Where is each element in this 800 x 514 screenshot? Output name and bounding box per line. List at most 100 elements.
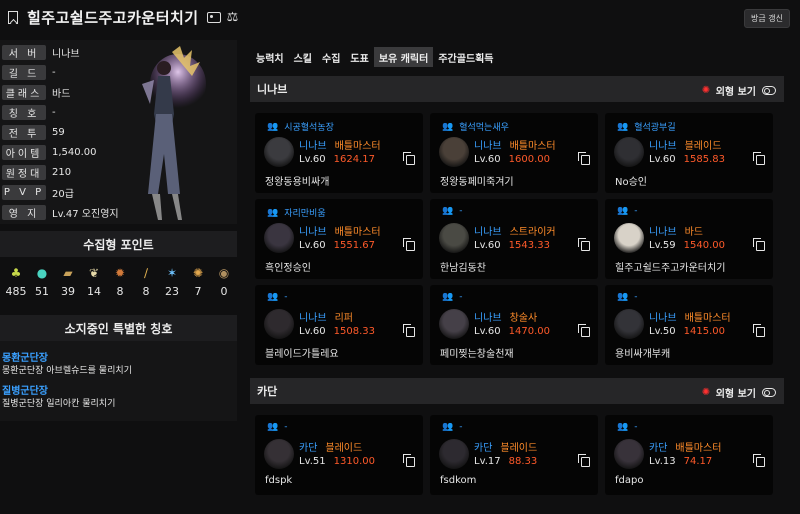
character-class: 배틀마스터 xyxy=(334,141,381,152)
character-class: 배틀마스터 xyxy=(509,141,556,152)
guild-row: 👥 - xyxy=(617,422,637,432)
character-name: 힐주고쉴드주고카운터치기 xyxy=(615,263,726,274)
appearance-toggle[interactable]: ✺ 외형 보기 xyxy=(702,83,776,98)
character-name: 블레이드가틀레요 xyxy=(265,349,339,360)
toggle-icon[interactable] xyxy=(762,388,776,397)
collection-item: ✹ 8 xyxy=(107,265,133,298)
character-card[interactable]: 👥 - 카단 블레이드 Lv.17 88.33 fsdkom xyxy=(430,415,598,495)
character-level: Lv.17 xyxy=(474,456,501,467)
character-name: 한남김동찬 xyxy=(440,263,486,274)
mokoko-icon: ❦ xyxy=(88,266,100,280)
character-class: 블레이드 xyxy=(500,443,538,454)
scale-icon[interactable]: ⚖ xyxy=(227,10,239,25)
tab-item[interactable]: 도표 xyxy=(345,47,373,67)
item-level: 1600.00 xyxy=(508,154,550,165)
special-titles-list: 몽환군단장 몽환군단장 아브렐슈드를 물리치기 질병군단장 질병군단장 일리아칸 물리… xyxy=(0,341,237,421)
character-card[interactable]: 👥 시공혈석농장 니나브 배틀마스터 Lv.60 1624.17 정왕동용비싸개 xyxy=(255,113,423,193)
tab-item[interactable]: 주간골드획득 xyxy=(433,47,498,67)
guild-name: - xyxy=(459,206,463,216)
profile-row: 길 드- xyxy=(2,64,56,81)
copy-icon[interactable] xyxy=(578,324,590,337)
copy-icon[interactable] xyxy=(403,152,415,165)
character-card[interactable]: 👥 - 카단 배틀마스터 Lv.13 74.17 fdapo xyxy=(605,415,773,495)
collection-count: 23 xyxy=(165,285,179,298)
character-card[interactable]: 👥 - 니나브 스트라이커 Lv.60 1543.33 한남김동찬 xyxy=(430,199,598,279)
bookmark-icon[interactable] xyxy=(8,10,18,24)
character-card[interactable]: 👥 - 니나브 창술사 Lv.60 1470.00 페미찢는창술천재 xyxy=(430,285,598,365)
copy-icon[interactable] xyxy=(403,454,415,467)
toggle-icon[interactable] xyxy=(762,86,776,95)
character-card[interactable]: 👥 혈석광부길 니나브 블레이드 Lv.60 1585.83 No승인 xyxy=(605,113,773,193)
voyage-icon: ✺ xyxy=(192,266,204,280)
server-header: 카단 ✺ 외형 보기 xyxy=(250,378,784,404)
copy-icon[interactable] xyxy=(403,324,415,337)
character-card[interactable]: 👥 - 카단 블레이드 Lv.51 1310.00 fdspk xyxy=(255,415,423,495)
character-name: 페미찢는창술천재 xyxy=(440,349,514,360)
server-class-line: 카단 배틀마스터 xyxy=(649,439,721,454)
avatar xyxy=(439,137,469,167)
character-name: No승인 xyxy=(615,177,647,188)
server-title: 카단 xyxy=(257,385,278,398)
special-title-desc: 질병군단장 일리아칸 물리치기 xyxy=(2,399,116,409)
profile-row: 영 지 Lv.47 오진영지 xyxy=(2,204,119,221)
copy-icon[interactable] xyxy=(753,454,765,467)
profile-row: 칭 호- xyxy=(2,104,56,121)
collection-item: ✺ 7 xyxy=(185,265,211,298)
profile-label: 클래스 xyxy=(2,85,46,100)
character-server: 니나브 xyxy=(299,313,327,324)
tab-item[interactable]: 스킬 xyxy=(289,47,317,67)
page-title: 힐주고쉴드주고카운터치기 xyxy=(27,8,199,27)
leaf-icon: ∕ xyxy=(143,266,149,280)
tab-item[interactable]: 보유 캐릭터 xyxy=(373,47,434,67)
special-titles-header: 소지중인 특별한 칭호 xyxy=(0,315,237,341)
copy-icon[interactable] xyxy=(578,152,590,165)
copy-icon[interactable] xyxy=(753,152,765,165)
copy-icon[interactable] xyxy=(578,454,590,467)
id-card-icon[interactable] xyxy=(206,11,221,23)
guild-row: 👥 - xyxy=(442,422,462,432)
character-name: 흑인정승인 xyxy=(265,263,311,274)
appearance-toggle[interactable]: ✺ 외형 보기 xyxy=(702,385,776,400)
copy-icon[interactable] xyxy=(753,324,765,337)
collection-item: ▰ 39 xyxy=(55,265,81,298)
guild-name: 혈석먹는새우 xyxy=(459,123,509,133)
character-server: 니나브 xyxy=(474,313,502,324)
collection-count: 39 xyxy=(61,285,75,298)
guild-row: 👥 혈석광부길 xyxy=(617,120,676,134)
level-line: Lv.60 1624.17 xyxy=(299,154,375,165)
tab-item[interactable]: 능력치 xyxy=(251,47,289,67)
profile-row: 전 투 59 xyxy=(2,124,65,141)
collection-count: 14 xyxy=(87,285,101,298)
tab-item[interactable]: 수집 xyxy=(317,47,345,67)
avatar xyxy=(264,439,294,469)
users-icon: 👥 xyxy=(617,206,629,216)
level-line: Lv.13 74.17 xyxy=(649,456,712,467)
character-class: 배틀마스터 xyxy=(684,313,731,324)
character-server: 니나브 xyxy=(474,141,502,152)
item-level: 74.17 xyxy=(683,456,713,467)
character-card[interactable]: 👥 자리만비움 니나브 배틀마스터 Lv.60 1551.67 흑인정승인 xyxy=(255,199,423,279)
level-line: Lv.60 1551.67 xyxy=(299,240,375,251)
guild-name: - xyxy=(284,292,288,302)
tab-bar: 능력치 스킬 수집 도표 보유 캐릭터 주간골드획득 xyxy=(251,47,499,67)
character-server: 니나브 xyxy=(649,313,677,324)
collection-item: ♣ 485 xyxy=(3,265,29,298)
character-name: fdapo xyxy=(615,475,644,486)
character-card[interactable]: 👥 - 니나브 리퍼 Lv.60 1508.33 블레이드가틀레요 xyxy=(255,285,423,365)
character-card[interactable]: 👥 - 니나브 배틀마스터 Lv.50 1415.00 용비싸개부캐 xyxy=(605,285,773,365)
copy-icon[interactable] xyxy=(578,238,590,251)
collection-item: ∕ 8 xyxy=(133,265,159,298)
character-class: 리퍼 xyxy=(334,313,354,324)
island-heart-icon: ♣ xyxy=(10,266,22,280)
character-level: Lv.60 xyxy=(299,326,326,337)
character-card[interactable]: 👥 - 니나브 바드 Lv.59 1540.00 힐주고쉴드주고카운터치기 xyxy=(605,199,773,279)
character-card[interactable]: 👥 혈석먹는새우 니나브 배틀마스터 Lv.60 1600.00 정왕동페미죽겨기 xyxy=(430,113,598,193)
item-level: 1415.00 xyxy=(683,326,725,337)
refresh-button[interactable]: 방금 갱신 xyxy=(744,9,790,28)
copy-icon[interactable] xyxy=(403,238,415,251)
item-level: 1470.00 xyxy=(508,326,550,337)
character-class: 블레이드 xyxy=(684,141,722,152)
users-icon: 👥 xyxy=(267,121,279,132)
copy-icon[interactable] xyxy=(753,238,765,251)
character-level: Lv.60 xyxy=(474,326,501,337)
